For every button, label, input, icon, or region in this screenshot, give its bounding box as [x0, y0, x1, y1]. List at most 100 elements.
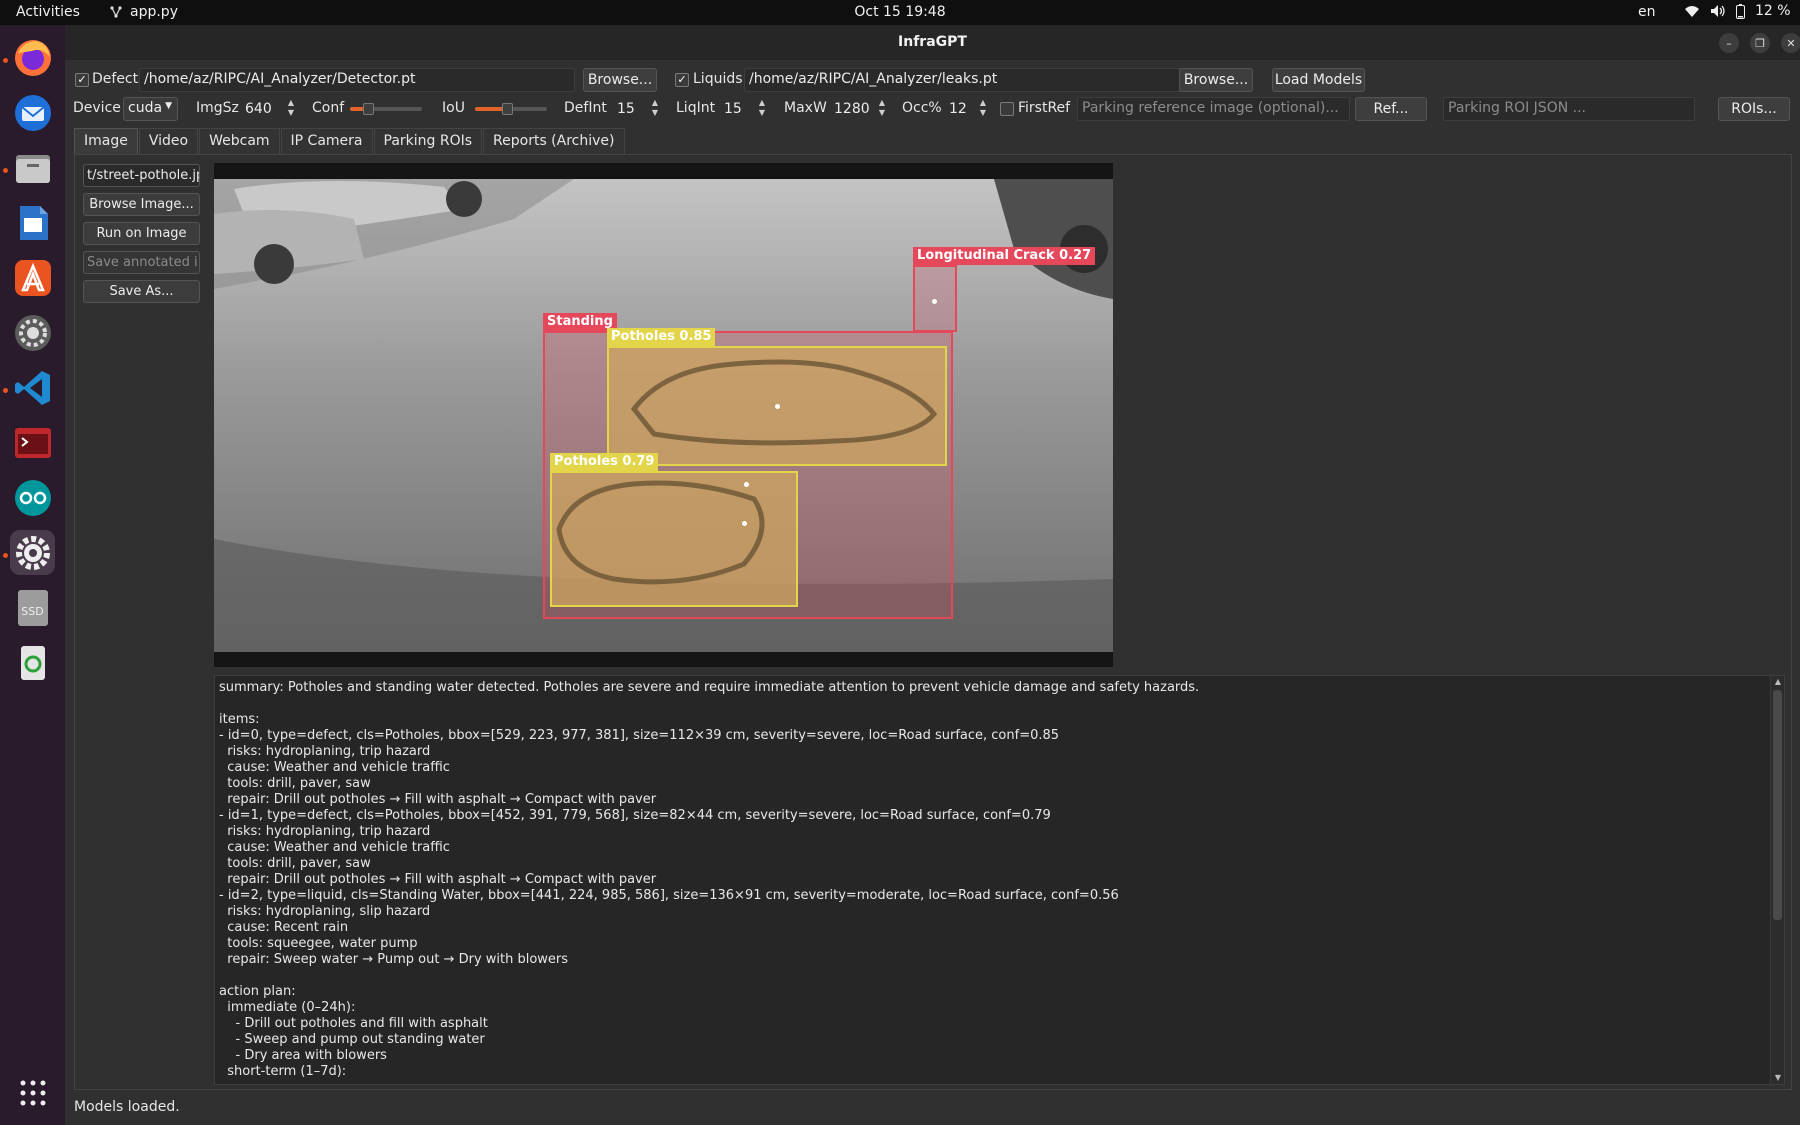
- battery-percent: 12 %: [1755, 3, 1791, 19]
- app-menu[interactable]: app.py: [108, 4, 178, 20]
- report-line: - Dry area with blowers: [219, 1048, 387, 1063]
- tab-parking-rois[interactable]: Parking ROIs: [373, 128, 483, 154]
- liqint-spinbox[interactable]: 15 ▲ ▼: [724, 97, 768, 121]
- thunderbird-icon[interactable]: [10, 90, 55, 135]
- annotated-image-view: Standing Potholes 0.85 Potholes 0.79 Lon…: [214, 163, 1113, 667]
- save-as-button[interactable]: Save As...: [83, 280, 200, 303]
- spin-arrows-icon[interactable]: ▲ ▼: [977, 98, 989, 120]
- image-tab-panel: t/street-pothole.jpg Browse Image... Run…: [74, 154, 1792, 1090]
- chevron-down-icon: ▼: [165, 101, 172, 111]
- report-line: cause: Weather and vehicle traffic: [219, 760, 450, 775]
- device-select[interactable]: cuda ▼: [123, 97, 178, 121]
- analysis-report[interactable]: summary: Potholes and standing water det…: [214, 675, 1785, 1085]
- status-bar: Models loaded.: [74, 1099, 180, 1115]
- rois-button[interactable]: ROIs...: [1718, 97, 1790, 121]
- arduino-icon[interactable]: [10, 475, 55, 520]
- vscode-icon[interactable]: [10, 365, 55, 410]
- defects-checkbox[interactable]: ✓: [75, 73, 89, 87]
- image-file-field[interactable]: t/street-pothole.jpg: [83, 164, 200, 187]
- report-line: - id=2, type=liquid, cls=Standing Water,…: [219, 888, 1119, 903]
- iou-label: IoU: [442, 100, 465, 116]
- models-row: ✓ Defects /home/az/RIPC/AI_Analyzer/Dete…: [65, 67, 1800, 95]
- occ-value: 12: [949, 101, 967, 117]
- trash-icon[interactable]: [10, 640, 55, 685]
- imgsz-spinbox[interactable]: 640 ▲ ▼: [245, 97, 297, 121]
- tab-ip-camera[interactable]: IP Camera: [280, 128, 373, 154]
- browse-liquids-button[interactable]: Browse...: [1179, 68, 1253, 92]
- browse-image-button[interactable]: Browse Image...: [83, 193, 200, 216]
- ref-button[interactable]: Ref...: [1355, 97, 1427, 121]
- liquids-checkbox[interactable]: ✓: [675, 73, 689, 87]
- run-on-image-button[interactable]: Run on Image: [83, 222, 200, 245]
- activities-button[interactable]: Activities: [16, 4, 80, 20]
- scroll-up-icon[interactable]: ▲: [1771, 676, 1784, 688]
- report-line: short-term (1–7d):: [219, 1064, 347, 1079]
- report-line: - Drill out potholes and fill with aspha…: [219, 1016, 488, 1031]
- system-top-bar: Activities app.py Oct 15 19:48 en 12 %: [0, 0, 1800, 25]
- tab-webcam[interactable]: Webcam: [199, 128, 280, 154]
- iou-slider[interactable]: [475, 97, 547, 121]
- title-bar[interactable]: InfraGPT – ❐ ✕: [65, 25, 1800, 60]
- maxw-spinbox[interactable]: 1280 ▲ ▼: [834, 97, 888, 121]
- browse-defects-button[interactable]: Browse...: [583, 68, 657, 92]
- load-models-button[interactable]: Load Models: [1272, 68, 1365, 92]
- files-icon[interactable]: [10, 145, 55, 190]
- defint-spinbox[interactable]: 15 ▲ ▼: [617, 97, 661, 121]
- minimize-button[interactable]: –: [1719, 33, 1739, 53]
- tab-video[interactable]: Video: [138, 128, 199, 154]
- report-line: risks: hydroplaning, slip hazard: [219, 904, 431, 919]
- language-indicator[interactable]: en: [1638, 4, 1656, 20]
- report-scrollbar[interactable]: ▲ ▼: [1770, 676, 1784, 1084]
- save-annotated-button[interactable]: Save annotated i...: [83, 251, 200, 274]
- device-value: cuda: [128, 100, 163, 116]
- imgsz-label: ImgSz: [196, 100, 239, 116]
- slider-handle[interactable]: [502, 103, 513, 115]
- settings-row: Device cuda ▼ ImgSz 640 ▲ ▼ Conf IoU DefI…: [65, 96, 1800, 124]
- maximize-button[interactable]: ❐: [1750, 33, 1770, 53]
- clock[interactable]: Oct 15 19:48: [854, 4, 945, 20]
- firstref-label: FirstRef: [1018, 100, 1071, 116]
- ssd-drive-icon[interactable]: SSD: [10, 585, 55, 630]
- slider-handle[interactable]: [363, 103, 374, 115]
- pothole-box-2[interactable]: [550, 471, 798, 607]
- terminal-app-icon[interactable]: [10, 420, 55, 465]
- scroll-down-icon[interactable]: ▼: [1771, 1072, 1784, 1084]
- liqint-label: LiqInt: [676, 100, 716, 116]
- report-line: risks: hydroplaning, trip hazard: [219, 744, 431, 759]
- defects-path-field[interactable]: /home/az/RIPC/AI_Analyzer/Detector.pt: [139, 68, 575, 92]
- parking-reference-field[interactable]: Parking reference image (optional)...: [1077, 97, 1350, 121]
- system-tray[interactable]: 12 %: [1684, 3, 1791, 19]
- tab-reports-archive[interactable]: Reports (Archive): [483, 128, 625, 154]
- occ-spinbox[interactable]: 12 ▲ ▼: [949, 97, 989, 121]
- liqint-value: 15: [724, 101, 742, 117]
- close-button[interactable]: ✕: [1781, 33, 1800, 53]
- report-line: - id=0, type=defect, cls=Potholes, bbox=…: [219, 728, 1060, 743]
- spin-arrows-icon[interactable]: ▲ ▼: [756, 98, 768, 120]
- report-text[interactable]: summary: Potholes and standing water det…: [219, 680, 1759, 1080]
- settings-icon[interactable]: [10, 530, 55, 575]
- spin-arrows-icon[interactable]: ▲ ▼: [876, 98, 888, 120]
- liquids-path-field[interactable]: /home/az/RIPC/AI_Analyzer/leaks.pt: [744, 68, 1238, 92]
- show-apps-icon[interactable]: [10, 1070, 55, 1115]
- report-line: repair: Drill out potholes → Fill with a…: [219, 872, 657, 887]
- tab-image[interactable]: Image: [74, 128, 138, 154]
- report-line: - id=1, type=defect, cls=Potholes, bbox=…: [219, 808, 1051, 823]
- spin-arrows-icon[interactable]: ▲ ▼: [649, 98, 661, 120]
- app-center-icon[interactable]: [10, 255, 55, 300]
- defint-value: 15: [617, 101, 635, 117]
- firefox-icon[interactable]: [10, 35, 55, 80]
- battery-icon: [1736, 3, 1745, 19]
- conf-slider[interactable]: [350, 97, 422, 121]
- report-line: tools: drill, paver, saw: [219, 856, 371, 871]
- imgsz-value: 640: [245, 101, 272, 117]
- spin-arrows-icon[interactable]: ▲ ▼: [285, 98, 297, 120]
- parking-roi-json-field[interactable]: Parking ROI JSON ...: [1443, 97, 1695, 121]
- settings-wheel-icon[interactable]: [10, 310, 55, 355]
- dock: SSD: [0, 25, 65, 1125]
- centroid-marker: [932, 299, 937, 304]
- writer-icon[interactable]: [10, 200, 55, 245]
- occ-label: Occ%: [902, 100, 942, 116]
- firstref-checkbox[interactable]: [1000, 102, 1014, 116]
- report-line: items:: [219, 712, 260, 727]
- scrollbar-thumb[interactable]: [1773, 690, 1782, 920]
